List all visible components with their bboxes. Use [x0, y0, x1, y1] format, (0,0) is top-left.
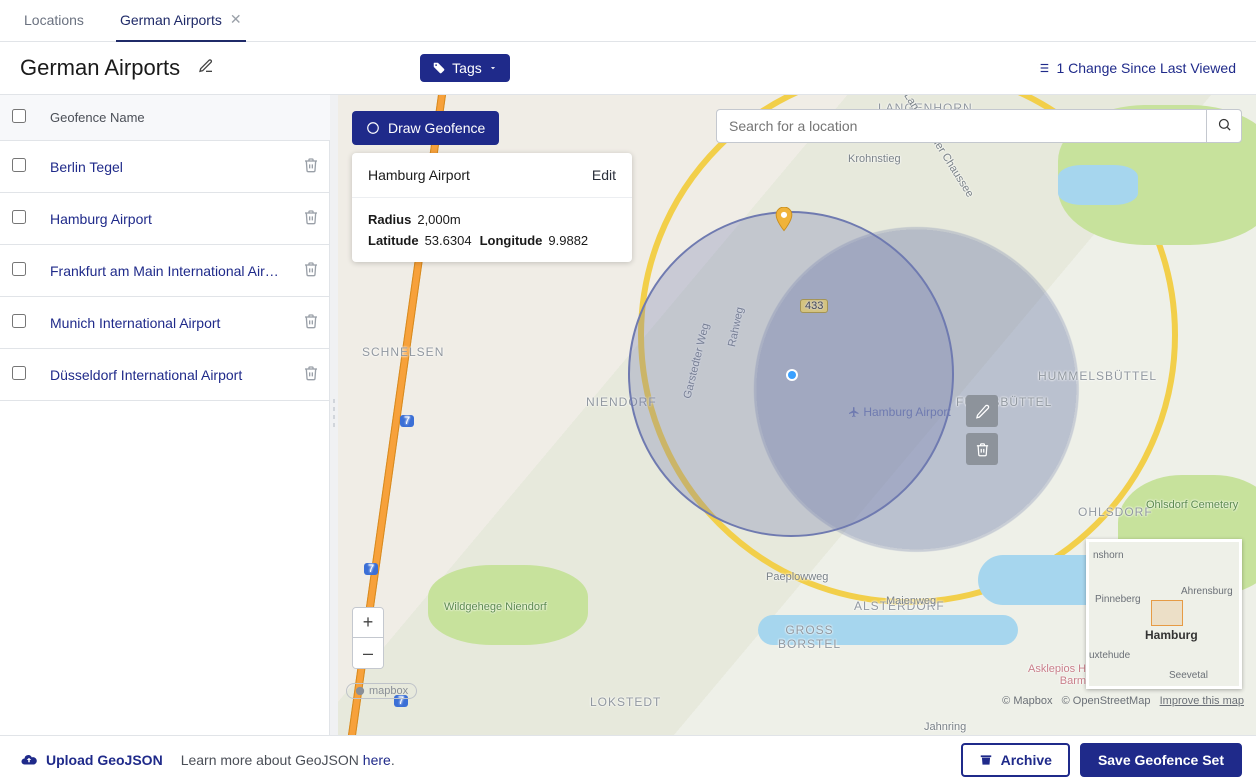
tab-strip: Locations German Airports ✕	[0, 0, 1256, 42]
edit-title-icon[interactable]	[198, 58, 214, 79]
table-row: Frankfurt am Main International Air…	[0, 245, 331, 297]
latitude-label: Latitude	[368, 233, 419, 248]
latitude-value: 53.6304	[425, 233, 472, 248]
table-row: Berlin Tegel	[0, 141, 331, 193]
minimap-label: Hamburg	[1145, 628, 1198, 642]
changes-label: 1 Change Since Last Viewed	[1056, 60, 1236, 76]
pin-icon[interactable]	[772, 207, 796, 240]
minimap-label: uxtehude	[1089, 650, 1130, 661]
minimap-viewport	[1151, 600, 1183, 626]
geofence-info-edit[interactable]: Edit	[592, 167, 616, 183]
map-search	[716, 109, 1242, 143]
tags-button[interactable]: Tags	[420, 54, 510, 82]
trash-icon[interactable]	[303, 316, 319, 332]
map-water	[1058, 165, 1138, 205]
table-row: Düsseldorf International Airport	[0, 349, 331, 401]
search-input[interactable]	[716, 109, 1206, 143]
improve-map-link[interactable]: Improve this map	[1160, 695, 1244, 707]
save-geofence-set-button[interactable]: Save Geofence Set	[1080, 743, 1242, 777]
longitude-label: Longitude	[480, 233, 543, 248]
page-header: German Airports Tags 1 Change Since Last…	[0, 42, 1256, 94]
trash-icon[interactable]	[303, 212, 319, 228]
draw-geofence-button[interactable]: Draw Geofence	[352, 111, 499, 145]
upload-geojson-button[interactable]: Upload GeoJSON	[20, 751, 163, 769]
page-title: German Airports	[20, 55, 180, 81]
geofence-name-link[interactable]: Düsseldorf International Airport	[50, 367, 279, 383]
tab-label: Locations	[24, 12, 84, 28]
save-label: Save Geofence Set	[1098, 752, 1224, 768]
radius-label: Radius	[368, 212, 411, 227]
map-water	[758, 615, 1018, 645]
geofence-info-name: Hamburg Airport	[368, 167, 470, 183]
geofence-name-link[interactable]: Hamburg Airport	[50, 211, 279, 227]
table-row: Hamburg Airport	[0, 193, 331, 245]
panel-resizer[interactable]	[330, 95, 338, 735]
geofence-tools	[966, 395, 998, 465]
tab-german-airports[interactable]: German Airports ✕	[116, 0, 246, 42]
geofence-table: Geofence Name Berlin Tegel Hamburg Airpor…	[0, 95, 331, 401]
minimap-label: Seevetal	[1169, 670, 1208, 681]
tab-locations[interactable]: Locations	[20, 0, 88, 42]
select-all-checkbox[interactable]	[12, 109, 26, 123]
minimap-label: nshorn	[1093, 550, 1124, 561]
upload-label: Upload GeoJSON	[46, 752, 163, 768]
row-checkbox[interactable]	[12, 158, 26, 172]
route-shield: 7	[400, 415, 414, 427]
learn-more-link[interactable]: here	[363, 752, 391, 768]
zoom-controls: + –	[352, 607, 384, 669]
geofence-center-dot[interactable]	[788, 371, 796, 379]
row-checkbox[interactable]	[12, 262, 26, 276]
mapbox-logo: mapbox	[346, 683, 417, 699]
trash-icon[interactable]	[303, 264, 319, 280]
geofence-name-link[interactable]: Frankfurt am Main International Air…	[50, 263, 279, 279]
changes-link[interactable]: 1 Change Since Last Viewed	[1036, 60, 1236, 76]
zoom-in-button[interactable]: +	[353, 608, 383, 638]
tab-label: German Airports	[120, 12, 222, 28]
map-green	[428, 565, 588, 645]
trash-icon[interactable]	[303, 368, 319, 384]
trash-icon[interactable]	[303, 160, 319, 176]
map-place-label: LOKSTEDT	[590, 695, 661, 709]
map-attribution: © Mapbox © OpenStreetMap Improve this ma…	[1002, 695, 1244, 707]
minimap[interactable]: Hamburg Pinneberg Ahrensburg Seevetal ns…	[1086, 539, 1242, 689]
minimap-label: Ahrensburg	[1181, 586, 1233, 597]
delete-geofence-button[interactable]	[966, 433, 998, 465]
close-icon[interactable]: ✕	[230, 11, 242, 28]
longitude-value: 9.9882	[548, 233, 588, 248]
geofence-name-link[interactable]: Berlin Tegel	[50, 159, 279, 175]
geofence-list-panel: Geofence Name Berlin Tegel Hamburg Airpor…	[0, 95, 330, 735]
edit-geofence-button[interactable]	[966, 395, 998, 427]
tags-label: Tags	[452, 60, 482, 76]
learn-more-text: Learn more about GeoJSON here.	[181, 752, 395, 768]
row-checkbox[interactable]	[12, 366, 26, 380]
map-canvas[interactable]: LANGENHORN Raakmoor Krohnstieg SCHNELSEN…	[338, 95, 1256, 735]
map-place-label: Jahnring	[924, 721, 966, 733]
main-split: Geofence Name Berlin Tegel Hamburg Airpor…	[0, 94, 1256, 735]
geofence-name-link[interactable]: Munich International Airport	[50, 315, 279, 331]
geofence-info-card: Hamburg Airport Edit Radius 2,000m Latitu…	[352, 153, 632, 262]
draw-geofence-label: Draw Geofence	[388, 120, 485, 136]
archive-label: Archive	[1001, 752, 1052, 768]
footer-bar: Upload GeoJSON Learn more about GeoJSON …	[0, 735, 1256, 783]
minimap-label: Pinneberg	[1095, 594, 1141, 605]
row-checkbox[interactable]	[12, 210, 26, 224]
radius-value: 2,000m	[417, 212, 460, 227]
row-checkbox[interactable]	[12, 314, 26, 328]
table-row: Munich International Airport	[0, 297, 331, 349]
column-header-name: Geofence Name	[38, 95, 291, 141]
zoom-out-button[interactable]: –	[353, 638, 383, 668]
search-button[interactable]	[1206, 109, 1242, 143]
select-all-cell	[0, 95, 38, 141]
archive-button[interactable]: Archive	[961, 743, 1070, 777]
